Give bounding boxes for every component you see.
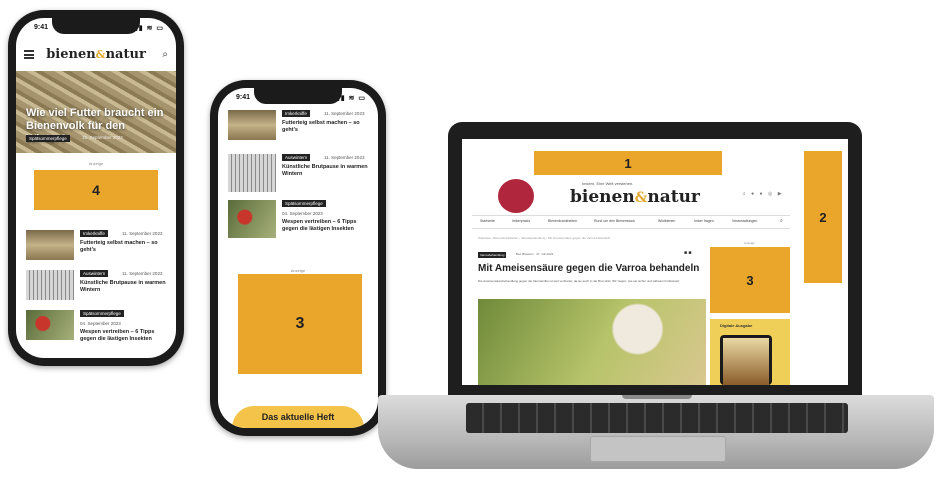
ad-label: Anzeige <box>744 241 755 245</box>
nav-item[interactable]: Imkerpraxis <box>512 219 530 223</box>
article-author: Bee Blossom 27. Juli 2023 <box>516 252 554 256</box>
article-date: 04. September 2023 <box>282 211 323 216</box>
phone-screen: 9:41 ▮▮ ≋ ▭ bienen&natur ⌕ Wie viel Futt… <box>16 18 176 358</box>
article-image <box>478 299 706 385</box>
breadcrumb[interactable]: Startseite › Bienenkrankheiten › Varroab… <box>478 236 610 240</box>
article-thumbnail[interactable] <box>26 230 74 260</box>
laptop-keyboard <box>466 403 848 433</box>
phone-mockup-middle: 9:41 ▮▮ ≋ ▭ Imkerkniffe 11. September 20… <box>210 80 386 436</box>
nav-item[interactable]: Startseite <box>480 219 495 223</box>
article-intro: Die Ameisensäurebehandlung gegen die Var… <box>478 279 681 283</box>
nav-item[interactable]: Rund um den Bienenstock <box>594 219 635 223</box>
article-title[interactable]: Künstliche Brutpause in warmen Wintern <box>80 280 170 294</box>
status-time: 9:41 <box>34 24 49 31</box>
ad-number: 3 <box>295 315 305 332</box>
current-issue-label: Das aktuelle Heft <box>261 412 335 422</box>
ad-number: 2 <box>819 209 827 225</box>
site-logo[interactable]: bienen&natur <box>16 47 176 62</box>
hero-article[interactable]: Wie viel Futter braucht ein Bienenvolk f… <box>16 71 176 153</box>
list-item[interactable]: Spätsommerpflege 04. September 2023 Wesp… <box>26 310 170 344</box>
nav-item[interactable]: Wildbienen <box>658 219 675 223</box>
list-item[interactable]: Spätsommerpflege 04. September 2023 Wesp… <box>228 200 372 238</box>
article-thumbnail[interactable] <box>228 200 276 238</box>
article-title[interactable]: Futterteig selbst machen – so geht’s <box>80 240 170 254</box>
social-media-icons[interactable]: ♫ ● ● ◎ ▶ <box>742 191 784 197</box>
category-badge[interactable]: Imkerkniffe <box>80 230 108 237</box>
ad-number: 4 <box>92 182 100 198</box>
ad-label: Anzeige <box>290 268 306 273</box>
ad-slot-1[interactable]: 1 <box>534 151 722 175</box>
article-date: 11. September 2023 <box>122 271 163 276</box>
category-badge[interactable]: Spätsommerpflege <box>26 135 70 142</box>
phone-notch <box>52 18 140 34</box>
category-badge[interactable]: Varroabehandlung <box>478 252 507 258</box>
digital-issue-label: Digitale Ausgabe <box>720 323 753 328</box>
list-item[interactable]: Auswintern 11. September 2023 Künstliche… <box>26 270 170 304</box>
list-item[interactable]: Imkerkniffe 11. September 2023 Futtertei… <box>228 110 372 144</box>
article-thumbnail[interactable] <box>228 154 276 192</box>
article-date: 11. September 2023 <box>324 111 365 116</box>
laptop-trackpad <box>590 436 726 462</box>
ad-slot-3[interactable]: 3 <box>238 274 362 374</box>
category-badge[interactable]: Spätsommerpflege <box>282 200 326 207</box>
article-title[interactable]: Wespen vertreiben – 6 Tipps gegen die lä… <box>282 219 372 233</box>
status-time: 9:41 <box>236 94 251 101</box>
article-headline: Mit Ameisensäure gegen die Varroa behand… <box>478 263 700 274</box>
category-badge[interactable]: Auswintern <box>282 154 311 161</box>
laptop-base <box>378 395 934 469</box>
site-header: Imkern. Eine Welt verstehen. bienen&natu… <box>472 179 796 219</box>
subscription-badge[interactable] <box>498 179 534 213</box>
nav-item[interactable]: Imker fragen <box>694 219 714 223</box>
article-title[interactable]: Futterteig selbst machen – so geht’s <box>282 120 372 134</box>
site-tagline: Imkern. Eine Welt verstehen. <box>582 181 634 186</box>
article-date: 11. September 2023 <box>324 155 365 160</box>
digital-issue-promo[interactable]: Digitale Ausgabe <box>710 319 790 385</box>
ad-number: 1 <box>624 155 632 171</box>
search-icon[interactable]: ⌕ <box>162 49 168 60</box>
category-badge[interactable]: Auswintern <box>80 270 109 277</box>
laptop-screen: 1 2 Imkern. Eine Welt verstehen. bienen&… <box>462 139 848 385</box>
laptop-hinge-notch <box>622 395 692 399</box>
article-thumbnail[interactable] <box>26 310 74 340</box>
article-title[interactable]: Künstliche Brutpause in warmen Wintern <box>282 164 372 178</box>
article-thumbnail[interactable] <box>228 110 276 140</box>
magazine-cover-image <box>720 335 772 385</box>
search-icon[interactable]: ⌕ <box>780 218 783 224</box>
ad-slot-4[interactable]: 4 <box>34 170 158 210</box>
phone-notch <box>254 88 342 104</box>
article-title[interactable]: Wespen vertreiben – 6 Tipps gegen die lä… <box>80 329 170 343</box>
site-logo[interactable]: bienen&natur <box>570 187 700 207</box>
phone-screen: 9:41 ▮▮ ≋ ▭ Imkerkniffe 11. September 20… <box>218 88 378 428</box>
article-date: 11. September 2023 <box>122 231 163 236</box>
share-icon[interactable]: ■ ■ <box>684 250 691 256</box>
article-date: 04. September 2023 <box>80 321 121 326</box>
phone-mockup-left: 9:41 ▮▮ ≋ ▭ bienen&natur ⌕ Wie viel Futt… <box>8 10 184 366</box>
article-thumbnail[interactable] <box>26 270 74 300</box>
nav-item[interactable]: Bienenkrankheiten <box>548 219 577 223</box>
list-item[interactable]: Imkerkniffe 11. September 2023 Futtertei… <box>26 230 170 264</box>
main-navigation: Startseite Imkerpraxis Bienenkrankheiten… <box>472 215 790 229</box>
site-header: bienen&natur ⌕ <box>16 44 176 68</box>
ad-label: Anzeige <box>88 161 104 166</box>
ad-slot-2[interactable]: 2 <box>804 151 842 283</box>
ad-number: 3 <box>746 272 754 288</box>
ad-slot-3[interactable]: 3 <box>710 247 790 313</box>
nav-item[interactable]: Veranstaltungen <box>732 219 757 223</box>
category-badge[interactable]: Imkerkniffe <box>282 110 310 117</box>
list-item[interactable]: Auswintern 11. September 2023 Künstliche… <box>228 154 372 192</box>
category-badge[interactable]: Spätsommerpflege <box>80 310 124 317</box>
current-issue-banner[interactable]: Das aktuelle Heft <box>232 406 364 428</box>
article-date: 15. September 2023 <box>82 135 123 140</box>
